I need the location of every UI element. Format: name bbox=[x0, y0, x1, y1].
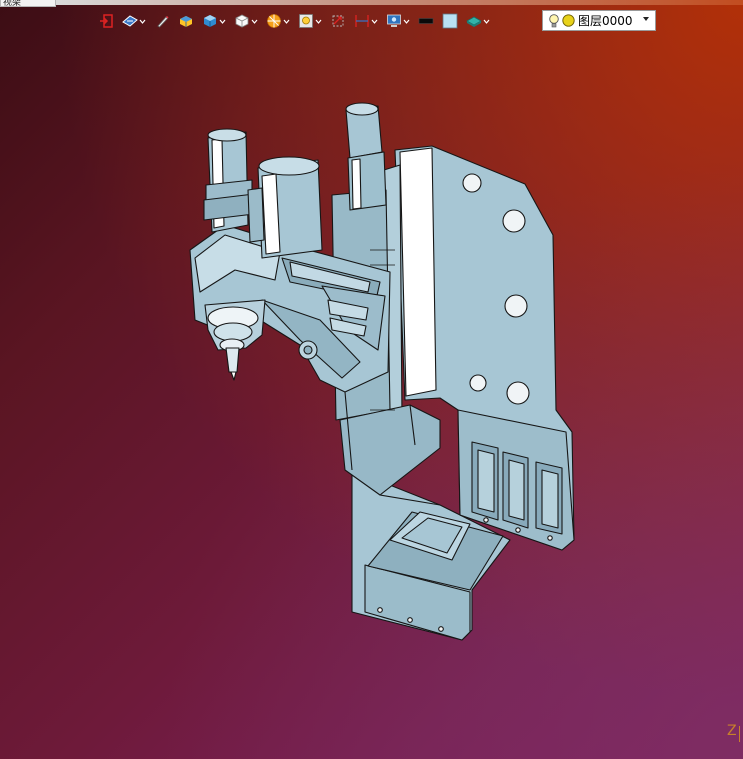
spindle-head-model bbox=[189, 102, 575, 641]
z-axis-label: Z bbox=[727, 723, 737, 739]
axis-indicator-line bbox=[739, 726, 743, 742]
cad-model-view[interactable] bbox=[0, 0, 743, 759]
